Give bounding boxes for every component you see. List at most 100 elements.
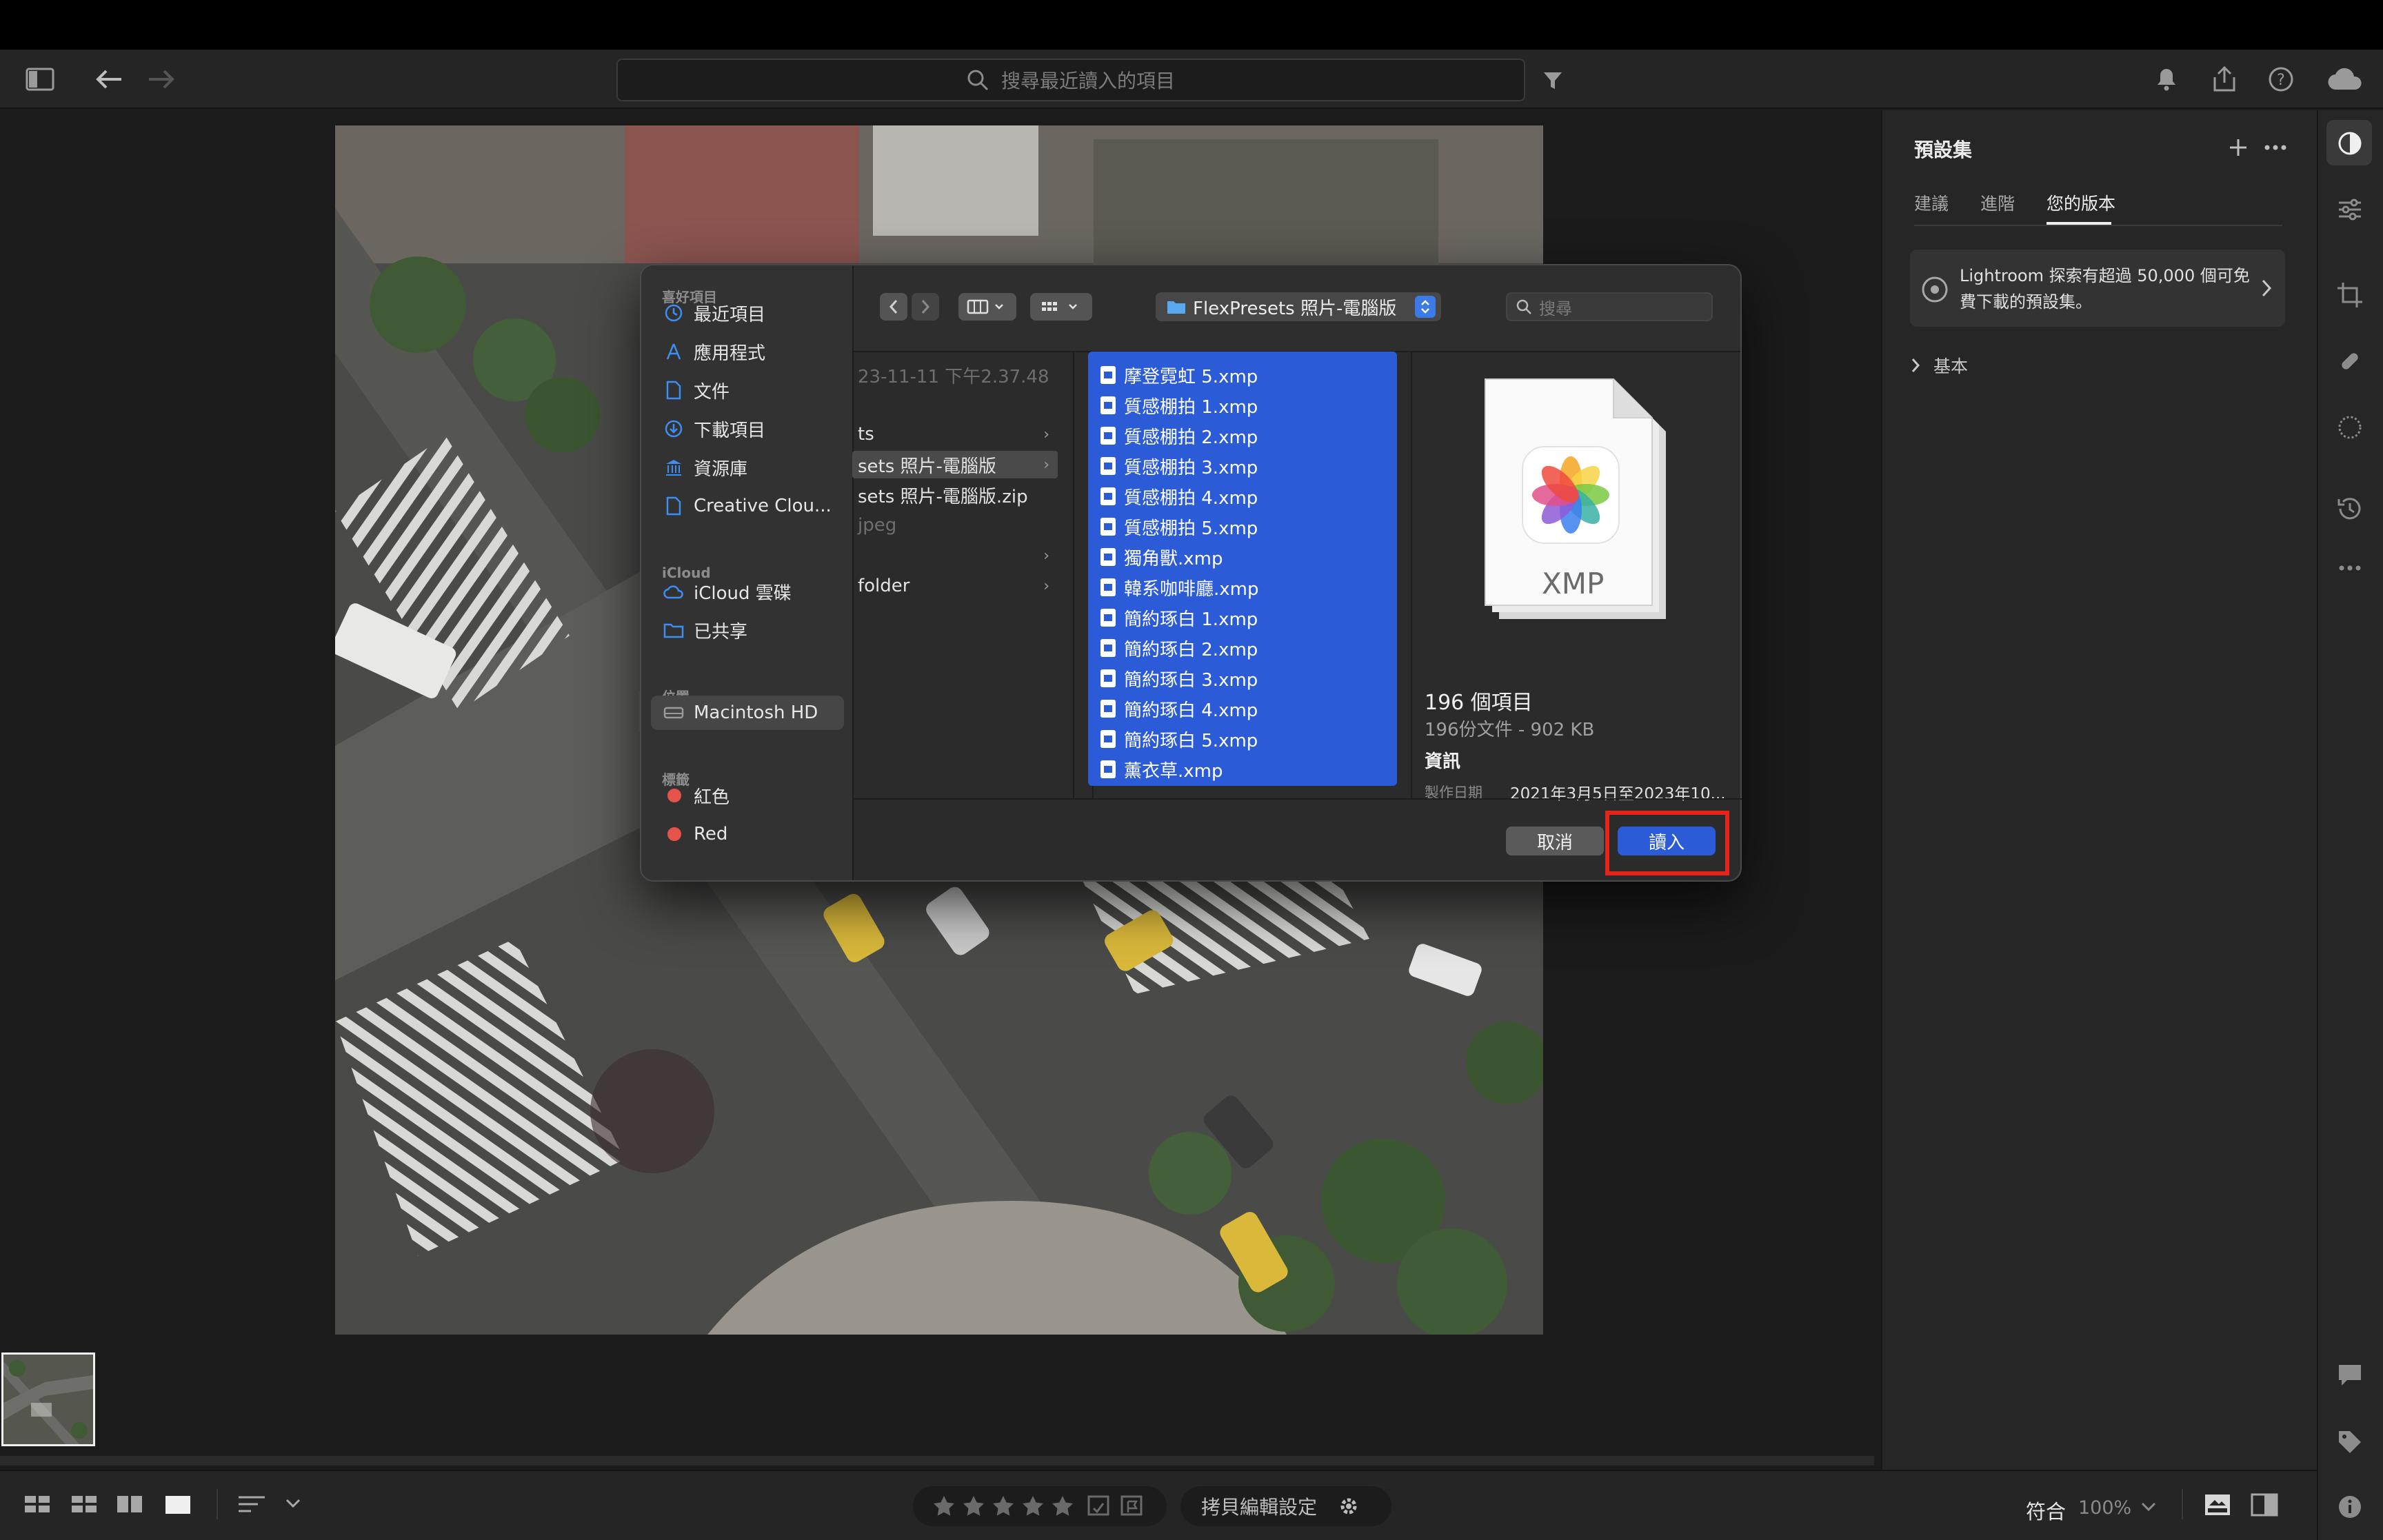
sidebar-item-creative-cloud[interactable]: Creative Clou... [651, 489, 844, 523]
tab-advanced[interactable]: 進階 [1980, 190, 2015, 215]
toggle-sidebar-icon[interactable] [18, 57, 62, 101]
folder-column-row[interactable]: ts › [852, 421, 1058, 448]
folder-column-row[interactable]: sets 照片-電腦版.zip [852, 481, 1058, 509]
edit-sliders-icon[interactable] [2328, 188, 2372, 232]
tab-your-versions[interactable]: 您的版本 [2047, 190, 2115, 215]
preset-group-basic[interactable]: 基本 [1910, 352, 2117, 379]
path-label: FlexPresets 照片-電腦版 [1193, 298, 1397, 319]
xmp-file-row[interactable]: 獨角獸.xmp [1096, 542, 1393, 572]
more-tools-icon[interactable] [2328, 546, 2372, 590]
xmp-file-row[interactable]: 質感棚拍 5.xmp [1096, 511, 1393, 542]
copy-edit-settings-button[interactable]: 拷貝編輯設定 [1201, 1492, 1317, 1520]
file-icon [1100, 518, 1116, 536]
xmp-file-row[interactable]: 簡約琢白 3.xmp [1096, 663, 1393, 693]
photo-grid-view-icon[interactable] [70, 1493, 98, 1515]
svg-text:?: ? [2277, 72, 2285, 89]
sidebar-item-library[interactable]: 資源庫 [651, 450, 844, 485]
back-arrow-icon[interactable] [87, 57, 131, 101]
file-icon [1100, 578, 1116, 596]
zoom-chevron-down-icon[interactable] [2140, 1501, 2157, 1512]
notification-bell-icon[interactable] [2144, 57, 2189, 101]
cloud-sync-icon[interactable] [2322, 57, 2366, 101]
sidebar-item-downloads[interactable]: 下載項目 [651, 412, 844, 446]
sidebar-item-shared[interactable]: 已共享 [651, 613, 844, 647]
masking-icon[interactable] [2328, 405, 2372, 449]
file-icon [1100, 609, 1116, 627]
more-options-icon[interactable] [2262, 135, 2289, 160]
presets-title: 預設集 [1914, 139, 1973, 161]
xmp-file-row[interactable]: 韓系咖啡廳.xmp [1096, 572, 1393, 602]
filmstrip-toggle-icon[interactable] [2204, 1493, 2231, 1517]
settings-gear-icon[interactable] [1336, 1494, 1361, 1519]
search-icon [1516, 299, 1531, 314]
path-popup-button[interactable]: FlexPresets 照片-電腦版 [1156, 292, 1441, 321]
xmp-file-row[interactable]: 簡約琢白 2.xmp [1096, 633, 1393, 663]
xmp-file-row[interactable]: 質感棚拍 2.xmp [1096, 421, 1393, 451]
square-grid-view-icon[interactable] [23, 1493, 51, 1515]
filmstrip-scrollbar[interactable] [0, 1456, 1874, 1466]
sidebar-item-icloud-drive[interactable]: iCloud 雲碟 [651, 574, 844, 609]
sidebar-item-applications[interactable]: 應用程式 [651, 334, 844, 369]
flag-reject-icon[interactable] [1120, 1495, 1143, 1518]
tab-suggestions[interactable]: 建議 [1914, 190, 1949, 215]
file-name: 質感棚拍 3.xmp [1124, 457, 1258, 478]
xmp-file-row[interactable]: 質感棚拍 1.xmp [1096, 390, 1393, 421]
detail-view-icon[interactable] [164, 1493, 192, 1515]
view-columns-button[interactable] [958, 293, 1016, 321]
sidebar-tag-red-zh[interactable]: 紅色 [651, 778, 844, 813]
file-name: 簡約琢白 1.xmp [1124, 609, 1258, 630]
help-icon[interactable]: ? [2259, 57, 2303, 101]
cancel-button[interactable]: 取消 [1506, 827, 1604, 855]
dialog-back-button[interactable] [880, 293, 907, 321]
history-icon[interactable] [2328, 487, 2372, 531]
created-value: 2021年3月5日至2023年10... [1510, 785, 1726, 803]
sidebar-item-label: Red [694, 824, 728, 844]
crop-icon[interactable] [2328, 273, 2372, 317]
xmp-file-row[interactable]: 薰衣草.xmp [1096, 754, 1393, 784]
xmp-file-row[interactable]: 摩登霓虹 5.xmp [1096, 360, 1393, 390]
folder-column-row[interactable]: 23-11-11 下午2.37.48 [852, 361, 1058, 389]
discover-presets-banner[interactable]: Lightroom 探索有超過 50,000 個可免 費下載的預設集。 [1910, 250, 2285, 327]
view-grid-button[interactable] [1030, 293, 1092, 321]
star-rating-icon[interactable] [932, 1495, 1077, 1518]
sidebar-item-macintosh-hd[interactable]: Macintosh HD [651, 696, 844, 730]
search-recent-input[interactable]: 搜尋最近讀入的項目 [616, 59, 1525, 101]
presets-icon[interactable] [2328, 121, 2372, 165]
keywords-tag-icon[interactable] [2328, 1420, 2372, 1464]
sidebar-item-documents[interactable]: 文件 [651, 373, 844, 407]
add-preset-icon[interactable] [2226, 135, 2251, 160]
before-after-icon[interactable] [2251, 1493, 2278, 1517]
sidebar-item-label: 下載項目 [694, 420, 766, 441]
zoom-percent[interactable]: 100% [2078, 1497, 2131, 1519]
forward-arrow-icon[interactable] [139, 57, 183, 101]
compare-view-icon[interactable] [116, 1493, 143, 1515]
filter-icon[interactable] [1531, 59, 1575, 103]
healing-brush-icon[interactable] [2328, 339, 2372, 383]
xmp-file-row[interactable]: 簡約琢白 1.xmp [1096, 602, 1393, 633]
folder-column-row[interactable]: folder › [852, 572, 1058, 600]
dialog-forward-button[interactable] [912, 293, 939, 321]
sort-icon[interactable] [237, 1493, 269, 1515]
fit-zoom-button[interactable]: 符合 [2026, 1496, 2066, 1525]
comments-icon[interactable] [2328, 1352, 2372, 1397]
sort-chevron-down-icon[interactable] [284, 1497, 302, 1510]
xmp-file-row[interactable]: 簡約琢白 5.xmp [1096, 724, 1393, 754]
folder-column-row[interactable]: › [852, 542, 1058, 569]
flag-pick-icon[interactable] [1087, 1495, 1110, 1518]
folder-column-row[interactable]: jpeg [852, 511, 1058, 539]
sidebar-item-recents[interactable]: 最近項目 [651, 296, 844, 330]
share-icon[interactable] [2202, 57, 2246, 101]
info-icon[interactable] [2328, 1485, 2372, 1529]
xmp-file-row[interactable]: 簡約琢白 4.xmp [1096, 693, 1393, 724]
sidebar-item-label: iCloud 雲碟 [694, 582, 792, 604]
xmp-file-row[interactable]: 質感棚拍 3.xmp [1096, 451, 1393, 481]
chevron-right-icon [921, 300, 930, 314]
updown-chevron-icon [1415, 296, 1436, 318]
xmp-file-row[interactable]: 質感棚拍 4.xmp [1096, 481, 1393, 511]
dialog-search-field[interactable]: 搜尋 [1506, 292, 1713, 321]
filmstrip-thumbnail[interactable] [1, 1352, 95, 1446]
folder-column-row[interactable]: sets 照片-電腦版 › [852, 451, 1058, 478]
sidebar-item-label: Creative Clou... [694, 496, 832, 516]
sidebar-tag-red[interactable]: Red [651, 817, 844, 851]
file-icon [1100, 669, 1116, 687]
